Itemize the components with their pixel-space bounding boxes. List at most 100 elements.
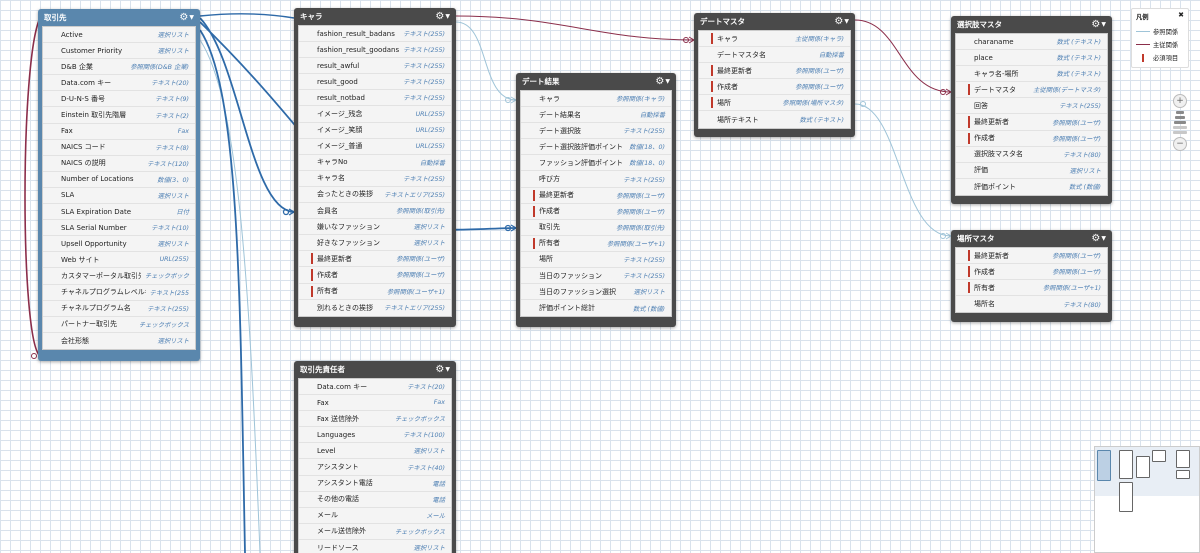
field-row[interactable]: デートマスタ名 自動採番 [699, 47, 850, 64]
field-row[interactable]: 作成者 参照関係(ユーザ) [956, 131, 1107, 147]
field-row[interactable]: キャラNo 自動採番 [299, 155, 451, 171]
field-row[interactable]: D&B 企業 参照関係(D&B 企業) [43, 59, 195, 76]
zoom-level-bar[interactable] [1174, 121, 1186, 124]
object-header[interactable]: デートマスタ ⚙ ▼ [698, 13, 851, 30]
field-row[interactable]: 最終更新者 参照関係(ユーザ) [956, 114, 1107, 131]
object-header[interactable]: 場所マスタ ⚙ ▼ [955, 230, 1108, 247]
gear-menu-icon[interactable]: ⚙ ▼ [834, 16, 849, 27]
field-row[interactable]: 作成者 参照関係(ユーザ) [699, 79, 850, 96]
field-row[interactable]: 所有者 参照関係(ユーザ+1) [956, 280, 1107, 297]
zoom-level-bar[interactable] [1173, 131, 1187, 134]
field-row[interactable]: アシスタント テキスト(40) [299, 459, 451, 476]
field-row[interactable]: Active 選択リスト [43, 27, 195, 44]
gear-menu-icon[interactable]: ⚙ ▼ [435, 364, 450, 375]
object-card-torihikisaki-sekininsha[interactable]: 取引先責任者 ⚙ ▼ Data.com キー テキスト(20) Fax Fax Fax 送… [294, 361, 456, 553]
gear-menu-icon[interactable]: ⚙ ▼ [435, 11, 450, 22]
field-row[interactable]: ファッション評価ポイント 数値(18、0) [521, 155, 671, 172]
field-row[interactable]: 場所 参照関係(場所マスタ) [699, 95, 850, 112]
field-row[interactable]: Fax Fax [43, 124, 195, 140]
field-row[interactable]: 当日のファッション選択 選択リスト [521, 284, 671, 301]
field-row[interactable]: NAICS コード テキスト(8) [43, 140, 195, 156]
field-row[interactable]: キャラ名-場所 数式 (テキスト) [956, 66, 1107, 83]
zoom-slider[interactable] [1173, 111, 1187, 134]
field-row[interactable]: Data.com キー テキスト(20) [299, 379, 451, 396]
field-row[interactable]: 所有者 参照関係(ユーザ+1) [521, 236, 671, 252]
field-row[interactable]: Web サイト URL(255) [43, 252, 195, 269]
field-row[interactable]: Level 選択リスト [299, 443, 451, 460]
object-card-date-kekka[interactable]: デート結果 ⚙ ▼ キャラ 参照関係(キャラ) デート結果名 自動採番 デート選択肢 テキス… [516, 73, 676, 327]
zoom-level-bar[interactable] [1173, 126, 1187, 129]
field-row[interactable]: メール メール [299, 508, 451, 524]
field-row[interactable]: 評価ポイント 数式 (数値) [956, 179, 1107, 195]
field-row[interactable]: SLA 選択リスト [43, 188, 195, 205]
field-row[interactable]: fashion_result_goodans テキスト(255) [299, 42, 451, 59]
field-row[interactable]: イメージ_残念 URL(255) [299, 106, 451, 123]
field-row[interactable]: 最終更新者 参照関係(ユーザ) [521, 188, 671, 204]
field-row[interactable]: fashion_result_badans テキスト(255) [299, 26, 451, 43]
field-row[interactable]: 当日のファッション テキスト(255) [521, 268, 671, 285]
gear-menu-icon[interactable]: ⚙ ▼ [179, 12, 194, 23]
field-row[interactable]: 呼び方 テキスト(255) [521, 171, 671, 188]
schema-canvas[interactable]: 取引先 ⚙ ▼ Active 選択リスト Customer Priority 選択リスト… [0, 0, 1200, 553]
zoom-level-bar[interactable] [1175, 116, 1185, 119]
object-card-basho-master[interactable]: 場所マスタ ⚙ ▼ 最終更新者 参照関係(ユーザ) 作成者 参照関係(ユーザ) 所有者 参照… [951, 230, 1112, 322]
field-row[interactable]: イメージ_普通 URL(255) [299, 139, 451, 155]
field-row[interactable]: 回答 テキスト(255) [956, 98, 1107, 115]
object-card-kyara[interactable]: キャラ ⚙ ▼ fashion_result_badans テキスト(255) fas… [294, 8, 456, 327]
field-row[interactable]: Data.com キー テキスト(20) [43, 75, 195, 92]
field-row[interactable]: 所有者 参照関係(ユーザ+1) [299, 284, 451, 300]
field-row[interactable]: チャネルプログラム名 テキスト(255) [43, 301, 195, 317]
field-row[interactable]: Einstein 取引先階層 テキスト(2) [43, 107, 195, 124]
field-row[interactable]: 評価ポイント総計 数式 (数値) [521, 300, 671, 316]
field-row[interactable]: Fax Fax [299, 395, 451, 412]
field-row[interactable]: チャネルプログラムレベル名 テキスト(255 [43, 285, 195, 301]
field-row[interactable]: 作成者 参照関係(ユーザ) [521, 204, 671, 220]
field-row[interactable]: キャラ 参照関係(キャラ) [521, 91, 671, 108]
field-row[interactable]: place 数式 (テキスト) [956, 50, 1107, 67]
object-header[interactable]: 選択肢マスタ ⚙ ▼ [955, 16, 1108, 33]
zoom-out-button[interactable]: − [1173, 137, 1187, 151]
field-row[interactable]: 最終更新者 参照関係(ユーザ) [956, 248, 1107, 265]
field-row[interactable]: アシスタント電話 電話 [299, 476, 451, 492]
field-row[interactable]: デート選択肢 テキスト(255) [521, 123, 671, 140]
field-row[interactable]: パートナー取引先 チェックボックス [43, 317, 195, 333]
zoom-in-button[interactable]: + [1173, 94, 1187, 108]
field-row[interactable]: 会ったときの挨拶 テキストエリア(255) [299, 187, 451, 204]
field-row[interactable]: 取引先 参照関係(取引先) [521, 220, 671, 236]
field-row[interactable]: 評価 選択リスト [956, 163, 1107, 179]
field-row[interactable]: NAICS の説明 テキスト(120) [43, 156, 195, 172]
gear-menu-icon[interactable]: ⚙ ▼ [1091, 233, 1106, 244]
field-row[interactable]: デートマスタ 主従関係(デートマスタ) [956, 82, 1107, 99]
field-row[interactable]: 嫌いなファッション 選択リスト [299, 219, 451, 236]
field-row[interactable]: result_awful テキスト(255) [299, 58, 451, 75]
zoom-level-bar[interactable] [1176, 111, 1184, 114]
field-row[interactable]: 選択肢マスタ名 テキスト(80) [956, 147, 1107, 163]
field-row[interactable]: イメージ_笑顔 URL(255) [299, 123, 451, 139]
field-row[interactable]: 作成者 参照関係(ユーザ) [299, 267, 451, 284]
minimap[interactable] [1094, 446, 1200, 553]
field-row[interactable]: デート選択肢評価ポイント 数値(18、0) [521, 139, 671, 156]
field-row[interactable]: 場所名 テキスト(80) [956, 296, 1107, 312]
field-row[interactable]: デート結果名 自動採番 [521, 107, 671, 124]
field-row[interactable]: 作成者 参照関係(ユーザ) [956, 264, 1107, 281]
field-row[interactable]: SLA Expiration Date 日付 [43, 204, 195, 221]
object-header[interactable]: 取引先 ⚙ ▼ [42, 9, 196, 26]
field-row[interactable]: 最終更新者 参照関係(ユーザ) [299, 251, 451, 268]
close-icon[interactable]: ✖ [1178, 11, 1184, 19]
field-row[interactable]: メール送信除外 チェックボックス [299, 524, 451, 540]
gear-menu-icon[interactable]: ⚙ ▼ [655, 76, 670, 87]
field-row[interactable]: D-U-N-S 番号 テキスト(9) [43, 91, 195, 108]
field-row[interactable]: Upsell Opportunity 選択リスト [43, 236, 195, 253]
field-row[interactable]: キャラ名 テキスト(255) [299, 171, 451, 187]
field-row[interactable]: Fax 送信除外 チェックボックス [299, 411, 451, 428]
object-card-torihikisaki[interactable]: 取引先 ⚙ ▼ Active 選択リスト Customer Priority 選択リスト… [38, 9, 200, 361]
object-header[interactable]: キャラ ⚙ ▼ [298, 8, 452, 25]
gear-menu-icon[interactable]: ⚙ ▼ [1091, 19, 1106, 30]
field-row[interactable]: 会員名 参照関係(取引先) [299, 203, 451, 220]
field-row[interactable]: Number of Locations 数値(3、0) [43, 172, 195, 188]
field-row[interactable]: result_notbad テキスト(255) [299, 90, 451, 107]
field-row[interactable]: 場所テキスト 数式 (テキスト) [699, 111, 850, 127]
field-row[interactable]: 好きなファッション 選択リスト [299, 235, 451, 252]
field-row[interactable]: 別れるときの挨拶 テキストエリア(255) [299, 300, 451, 316]
field-row[interactable]: 場所 テキスト(255) [521, 252, 671, 269]
